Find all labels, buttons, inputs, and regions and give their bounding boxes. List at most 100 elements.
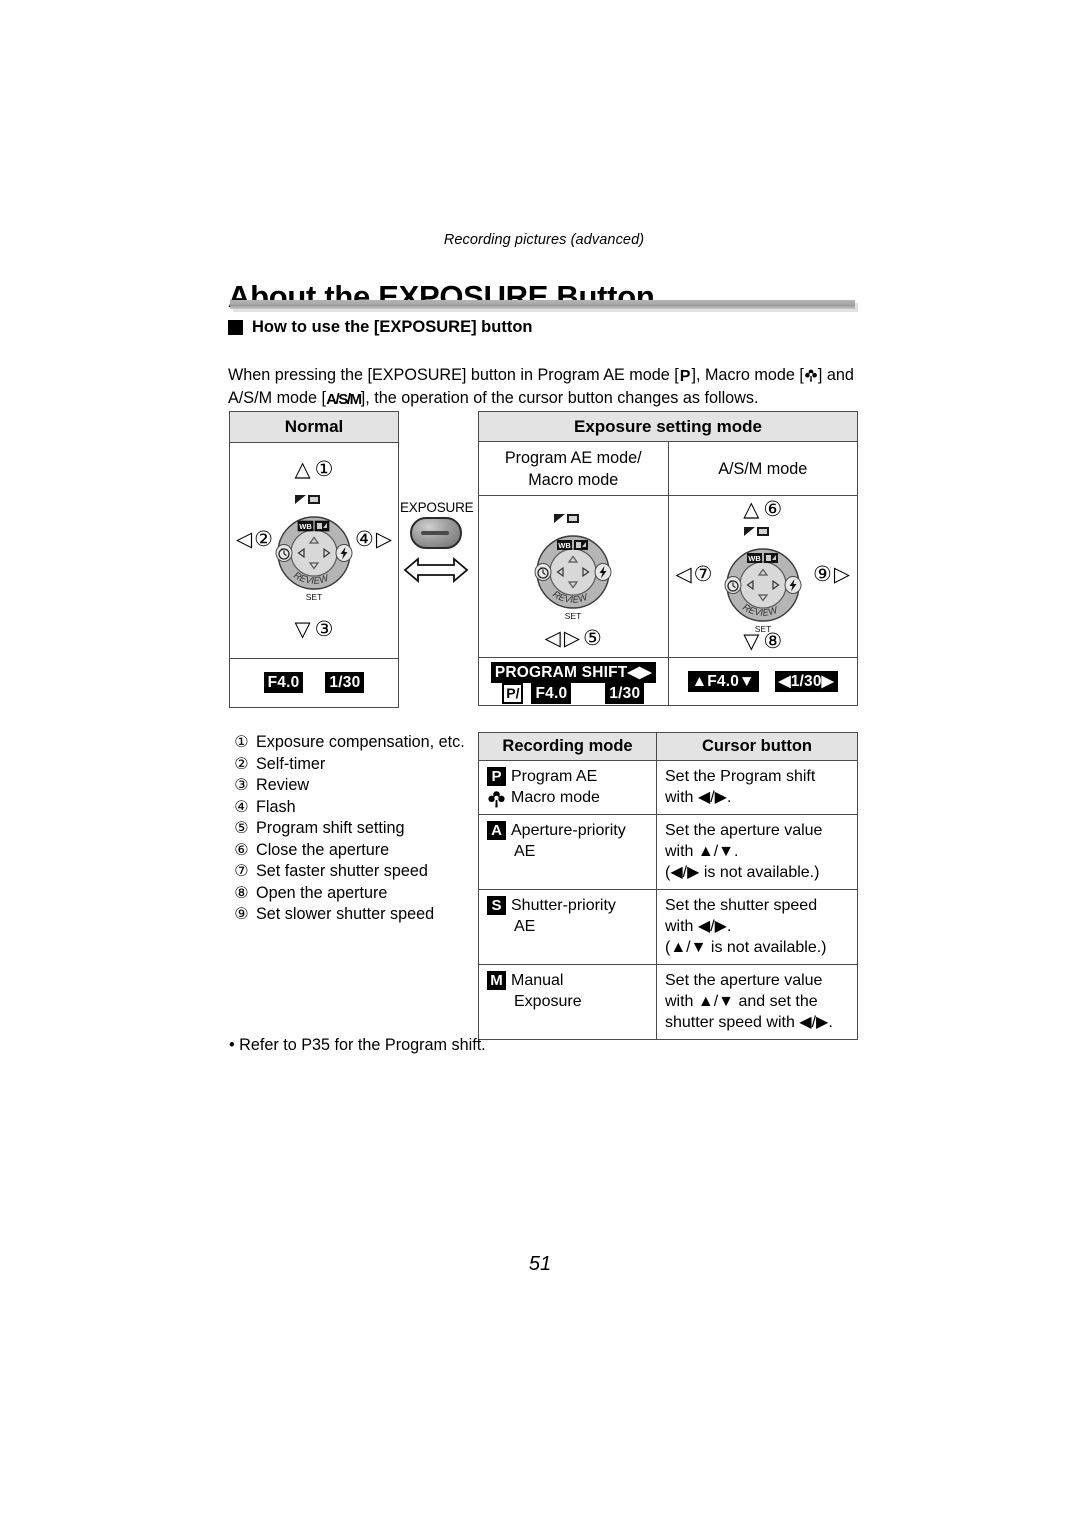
up-arrow-icon: △ bbox=[743, 498, 760, 521]
asm-up-marker: △ ⑥ bbox=[669, 499, 858, 520]
callout-label: Set slower shutter speed bbox=[256, 905, 435, 923]
callout-label: Close the aperture bbox=[256, 840, 390, 859]
cursor-line: with ▲/▼ and set the bbox=[665, 993, 818, 1010]
asm-right-marker: ⑨ ▷ bbox=[813, 564, 850, 585]
right-arrow-icon: ▷ bbox=[833, 563, 850, 586]
flash-icon bbox=[335, 544, 353, 562]
callout-number: ⑤ bbox=[234, 819, 249, 837]
footnote: • Refer to P35 for the Program shift. bbox=[229, 1036, 486, 1054]
cursor-line: Set the aperture value bbox=[665, 822, 823, 839]
cursor-line: Set the shutter speed bbox=[665, 897, 818, 914]
exposure-button[interactable] bbox=[410, 517, 462, 549]
section-heading-label: How to use the [EXPOSURE] button bbox=[252, 318, 533, 336]
recording-mode-cell: P Program AE Macro mode bbox=[478, 760, 657, 815]
intro-text-2: ], Macro mode [ bbox=[691, 366, 804, 385]
page-number: 51 bbox=[528, 1253, 552, 1275]
program-shift-mode-chip: P/ bbox=[502, 683, 524, 704]
display-shutter: ◀1/30▶ bbox=[774, 671, 838, 692]
mode-line: M Manual bbox=[487, 970, 648, 991]
recording-mode-cell: A Aperture-priority AE bbox=[478, 814, 657, 890]
mode-label: Shutter-priority bbox=[511, 897, 616, 914]
shutter-priority-badge-icon: S bbox=[487, 896, 506, 915]
self-timer-icon bbox=[534, 563, 552, 581]
svg-text:WB: WB bbox=[559, 541, 572, 550]
mode-label: AE bbox=[514, 918, 536, 935]
callout-number: ⑥ bbox=[234, 840, 249, 859]
svg-text:WB: WB bbox=[748, 554, 761, 563]
asm-column-title: A/S/M mode bbox=[667, 441, 858, 496]
program-shift-arrows-icon: ◀▶ bbox=[627, 664, 652, 681]
down-arrow-icon: ▽ bbox=[294, 618, 311, 641]
display-aperture: F4.0 bbox=[263, 672, 304, 693]
svg-text:WB: WB bbox=[299, 522, 312, 531]
set-label: SET bbox=[306, 592, 323, 602]
wheel-top-icons bbox=[743, 527, 769, 536]
callout-number-9: ⑨ bbox=[813, 563, 832, 586]
normal-panel-header: Normal bbox=[230, 412, 398, 443]
up-arrow-icon: △ bbox=[294, 458, 311, 481]
display-aperture: ▲F4.0▼ bbox=[687, 671, 759, 692]
cursor-line: with ◀/▶. bbox=[665, 789, 732, 806]
set-label: SET bbox=[565, 611, 582, 621]
flash-icon bbox=[594, 563, 612, 581]
program-ae-macro-column-title: Program AE mode/ Macro mode bbox=[478, 441, 669, 496]
mode-label: AE bbox=[514, 843, 536, 860]
cursor-button-wheel[interactable]: WB REVIEW SET bbox=[262, 495, 366, 607]
title-divider bbox=[230, 300, 855, 309]
callout-number: ⑧ bbox=[234, 883, 249, 902]
wheel-top-icons bbox=[295, 495, 320, 504]
asm-left-marker: ◁ ⑦ bbox=[676, 564, 713, 585]
cursor-line: with ◀/▶. bbox=[665, 918, 732, 935]
callout-number: ③ bbox=[234, 776, 249, 794]
program-shift-label: PROGRAM SHIFT bbox=[494, 664, 628, 681]
flash-icon bbox=[784, 576, 802, 594]
exposure-setting-header: Exposure setting mode bbox=[478, 411, 858, 442]
list-item: ⑨ Set slower shutter speed bbox=[233, 904, 465, 926]
callout-number: ② bbox=[234, 754, 249, 773]
cursor-button-cell: Set the aperture value with ▲/▼. (◀/▶ is… bbox=[656, 814, 858, 890]
exposure-button-group: EXPOSURE bbox=[400, 500, 474, 590]
callout-number-1: ① bbox=[314, 458, 334, 481]
macro-flower-icon bbox=[487, 789, 506, 808]
running-head: Recording pictures (advanced) bbox=[443, 232, 645, 248]
normal-panel-body: △ ① ◁ ② ④ ▷ ▽ ③ WB REVIEW SET bbox=[230, 443, 398, 658]
table-row: S Shutter-priority AE Set the shutter sp… bbox=[478, 889, 858, 965]
manual-badge-icon: M bbox=[487, 971, 506, 990]
wheel-top-icons bbox=[554, 514, 580, 523]
cursor-line: with ▲/▼. bbox=[665, 843, 739, 860]
cursor-button-wheel-asm[interactable]: WB REVIEW SET bbox=[711, 527, 815, 639]
mode-label: Manual bbox=[511, 972, 564, 989]
callout-number: ④ bbox=[234, 797, 249, 816]
callout-number-6: ⑥ bbox=[763, 498, 783, 521]
recording-mode-table: Recording mode Cursor button P Program A… bbox=[478, 732, 858, 1040]
exposure-button-label: EXPOSURE bbox=[400, 500, 474, 515]
double-arrow-icon bbox=[400, 555, 472, 590]
callout-label: Flash bbox=[256, 797, 296, 816]
cursor-line: (◀/▶ is not available.) bbox=[665, 864, 820, 881]
program-ae-wheel-cell: WB REVIEW SET ◁ ▷ ⑤ bbox=[478, 495, 669, 658]
aperture-priority-badge-icon: A bbox=[487, 821, 506, 840]
callout-number: ① bbox=[234, 733, 249, 751]
callout-number: ⑦ bbox=[234, 862, 249, 880]
list-item: ③ Review bbox=[233, 775, 465, 797]
page-title: About the EXPOSURE Button bbox=[228, 278, 655, 314]
cursor-button-cell: Set the Program shift with ◀/▶. bbox=[656, 760, 858, 815]
list-item: ④ Flash bbox=[233, 797, 465, 819]
callout-label: Program shift setting bbox=[256, 819, 405, 837]
list-item: ① Exposure compensation, etc. bbox=[233, 732, 465, 754]
cursor-line: shutter speed with ◀/▶. bbox=[665, 1014, 833, 1031]
callout-label: Exposure compensation, etc. bbox=[256, 733, 465, 751]
cursor-button-wheel-program[interactable]: WB REVIEW SET bbox=[521, 514, 625, 626]
intro-text-1: When pressing the [EXPOSURE] button in P… bbox=[228, 366, 679, 385]
recording-mode-cell: S Shutter-priority AE bbox=[478, 889, 657, 965]
mode-line: Macro mode bbox=[487, 787, 648, 808]
mode-label: Exposure bbox=[514, 993, 582, 1010]
mode-label: Macro mode bbox=[511, 789, 600, 806]
callout-number-7: ⑦ bbox=[693, 563, 713, 586]
right-arrow-icon: ▷ bbox=[375, 528, 392, 551]
cursor-button-cell: Set the aperture value with ▲/▼ and set … bbox=[656, 964, 858, 1040]
cursor-line: Set the aperture value bbox=[665, 972, 823, 989]
callout-label: Open the aperture bbox=[256, 883, 388, 902]
callout-number-3: ③ bbox=[314, 618, 334, 641]
list-item: ② Self-timer bbox=[233, 754, 465, 776]
